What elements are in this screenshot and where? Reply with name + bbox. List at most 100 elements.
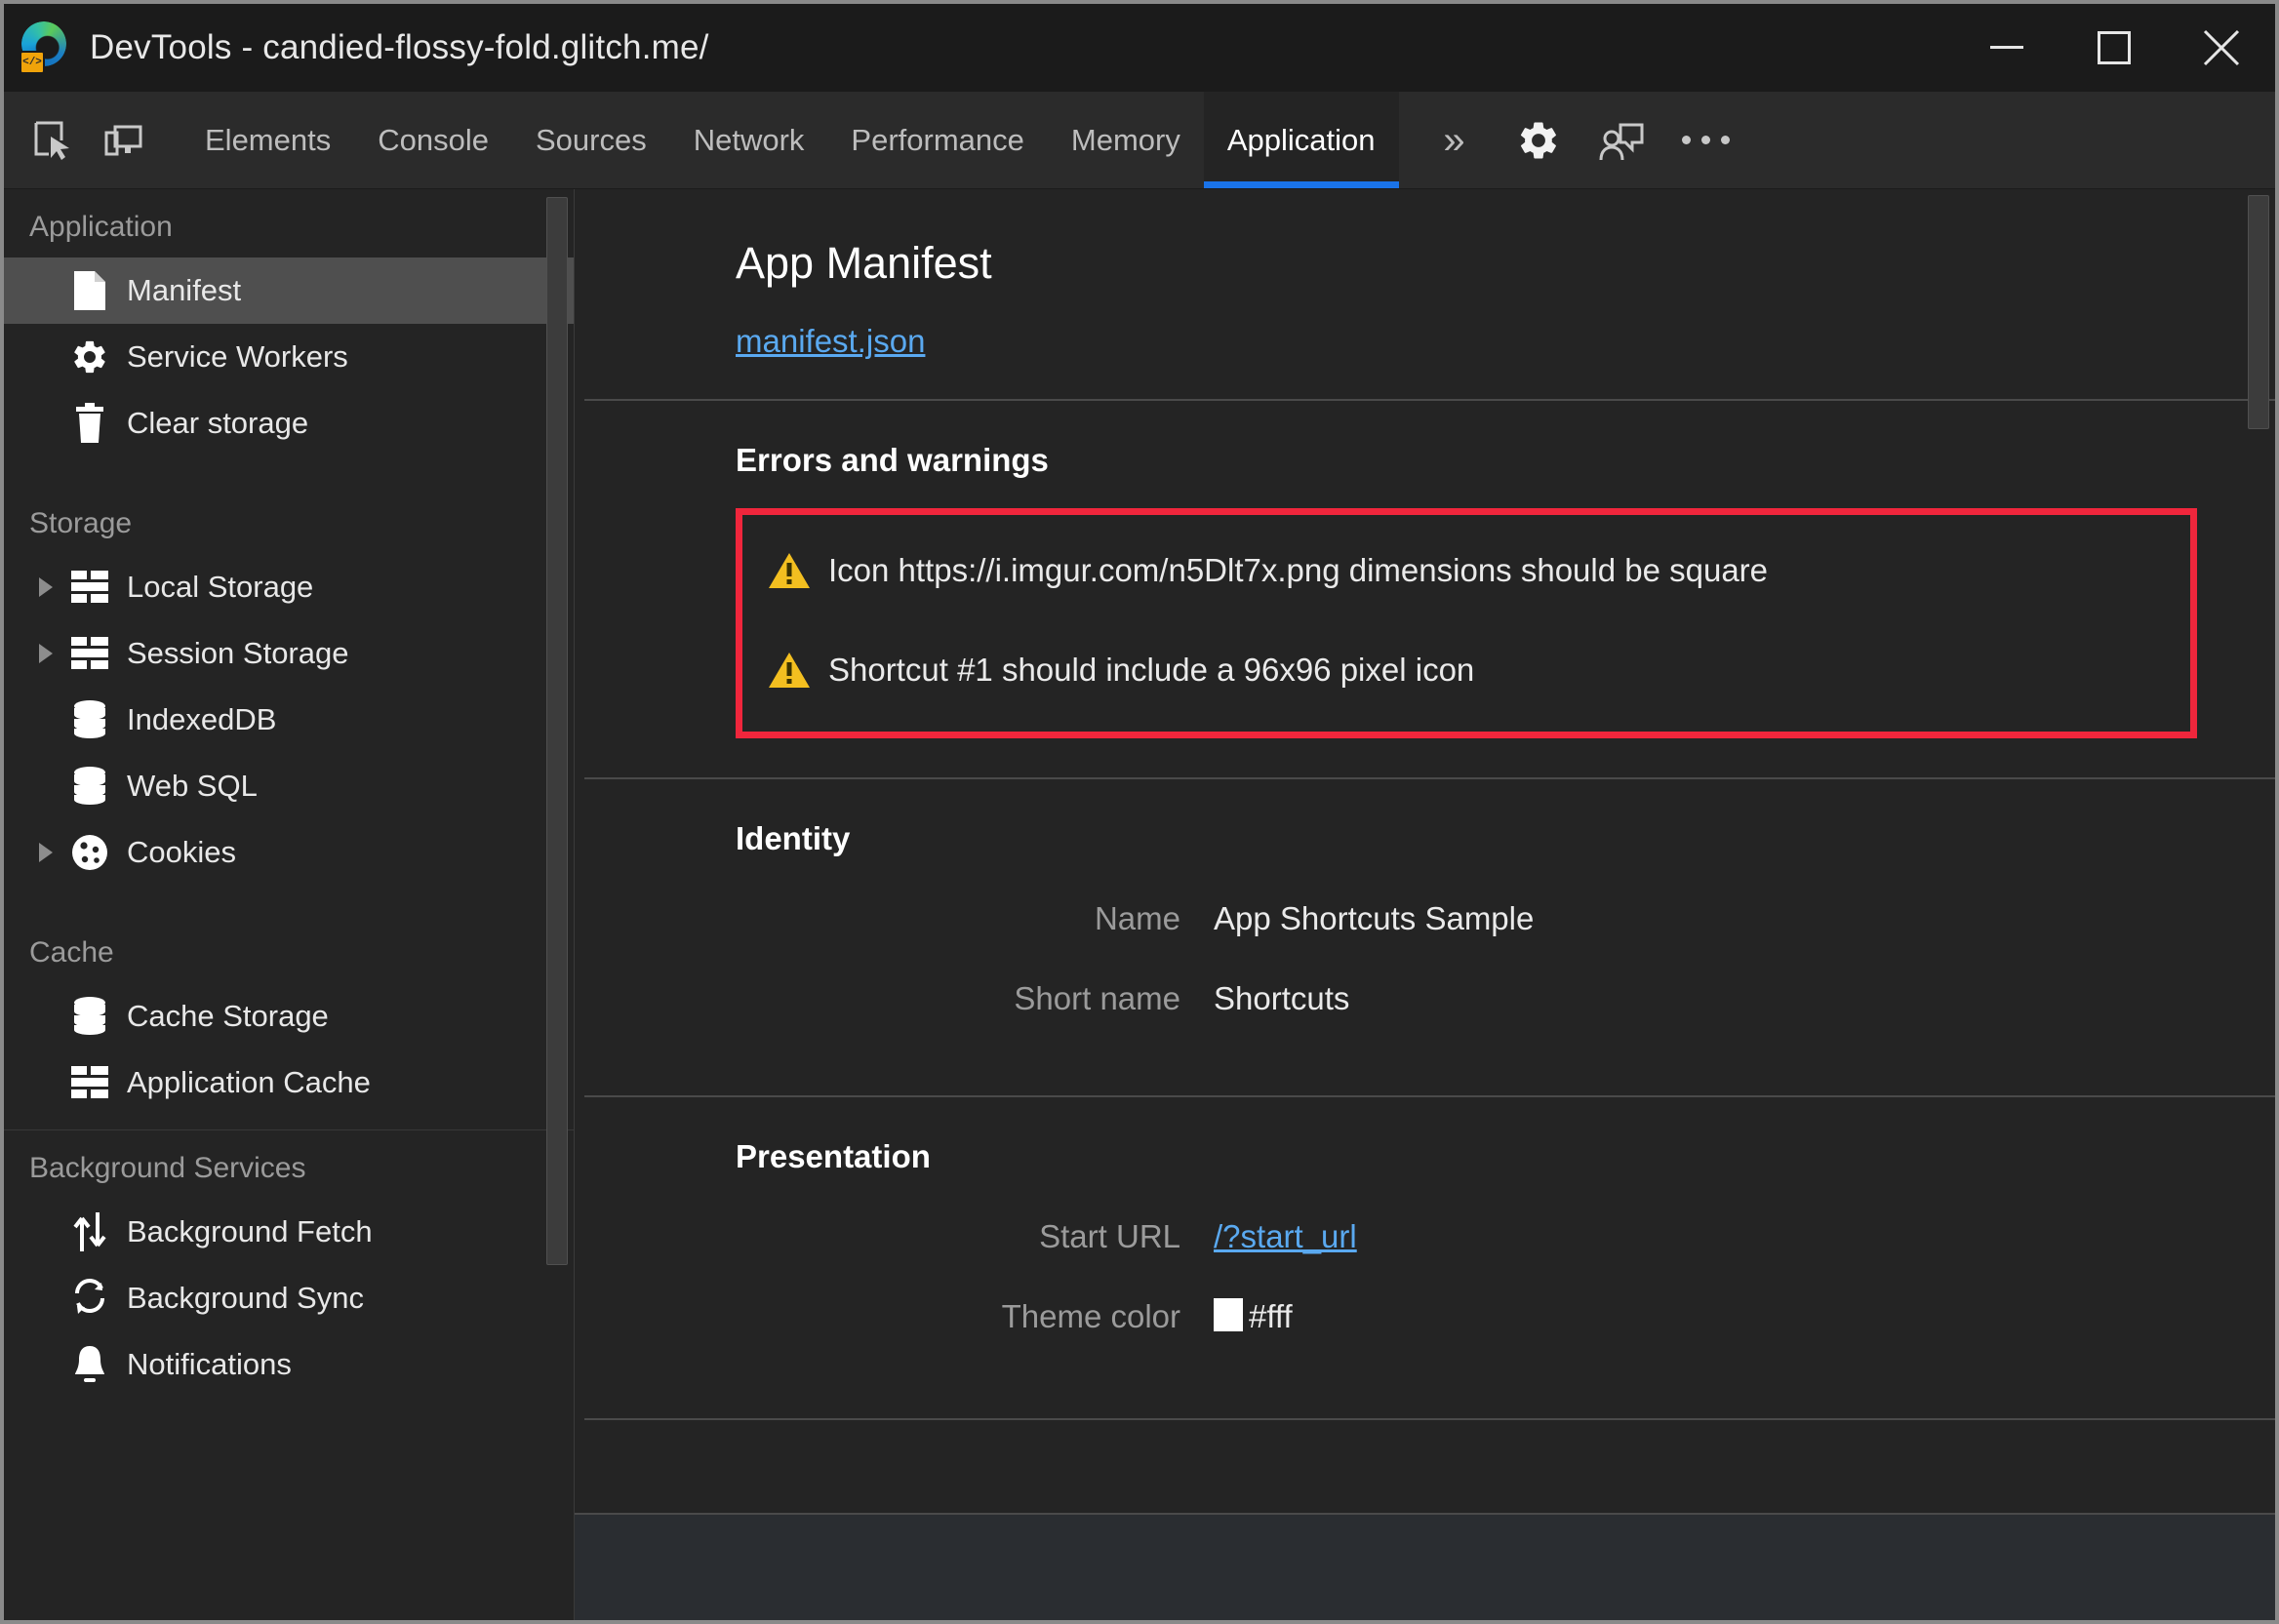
devtools-window: </> DevTools - candied-flossy-fold.glitc…: [0, 0, 2279, 1624]
more-options-icon: [1682, 136, 1730, 144]
manifest-json-link[interactable]: manifest.json: [736, 323, 925, 360]
field-label: Theme color: [1001, 1298, 1180, 1334]
identity-heading: Identity: [736, 820, 851, 856]
sidebar-item-service-workers[interactable]: Service Workers: [4, 324, 574, 390]
sidebar-item-label: IndexedDB: [127, 702, 277, 736]
document-icon: [62, 269, 117, 312]
tab-label: Console: [378, 122, 489, 157]
table-icon: [62, 636, 117, 671]
identity-section: Identity Name App Shortcuts Sample Short…: [575, 779, 2275, 1056]
sidebar-item-label: Service Workers: [127, 339, 348, 374]
tab-performance[interactable]: Performance: [827, 92, 1047, 188]
sidebar-scrollbar[interactable]: [546, 197, 568, 1265]
panel-footer: [575, 1513, 2275, 1620]
sidebar-item-manifest[interactable]: Manifest: [4, 257, 574, 324]
trash-icon: [62, 402, 117, 445]
database-icon: [62, 699, 117, 740]
chevron-double-right-icon: »: [1443, 118, 1465, 162]
gear-icon: [1520, 122, 1556, 158]
devtools-badge-icon: </>: [20, 51, 45, 74]
sidebar-item-application-cache[interactable]: Application Cache: [4, 1050, 574, 1116]
tab-application[interactable]: Application: [1203, 92, 1399, 188]
sidebar-item-background-sync[interactable]: Background Sync: [4, 1265, 574, 1331]
more-tabs-button[interactable]: »: [1413, 92, 1497, 189]
title-bar: </> DevTools - candied-flossy-fold.glitc…: [4, 4, 2275, 92]
tabstrip-actions: »: [1413, 92, 1748, 188]
field-label: Short name: [1014, 980, 1180, 1016]
sidebar-item-label: Local Storage: [127, 570, 314, 604]
table-icon: [62, 1065, 117, 1100]
errors-highlight-box: Icon https://i.imgur.com/n5Dlt7x.png dim…: [736, 508, 2197, 738]
tab-network[interactable]: Network: [670, 92, 828, 188]
field-label: Start URL: [1039, 1218, 1180, 1254]
sidebar-item-notifications[interactable]: Notifications: [4, 1331, 574, 1398]
sidebar-item-label: Background Sync: [127, 1281, 364, 1315]
tool-tabs: Elements Console Sources Network Perform…: [181, 92, 1399, 188]
maximize-button[interactable]: [2060, 4, 2168, 92]
sidebar-item-session-storage[interactable]: Session Storage: [4, 620, 574, 687]
settings-button[interactable]: [1497, 92, 1580, 189]
twisty-icon[interactable]: [29, 842, 62, 863]
presentation-heading: Presentation: [736, 1138, 931, 1174]
devtools-badge-text: </>: [22, 56, 42, 68]
tab-memory[interactable]: Memory: [1048, 92, 1204, 188]
warning-item: Icon https://i.imgur.com/n5Dlt7x.png dim…: [768, 533, 2165, 609]
theme-color-text: #fff: [1249, 1298, 1293, 1334]
close-button[interactable]: [2168, 4, 2275, 92]
theme-color-value-wrap: #fff: [1214, 1298, 1293, 1335]
sidebar-item-label: Web SQL: [127, 769, 258, 803]
start-url-link[interactable]: /?start_url: [1214, 1218, 1357, 1255]
window-title: DevTools - candied-flossy-fold.glitch.me…: [90, 28, 709, 66]
tab-elements[interactable]: Elements: [181, 92, 354, 188]
tab-label: Elements: [205, 122, 332, 157]
twisty-icon[interactable]: [29, 643, 62, 664]
sync-icon: [62, 1278, 117, 1319]
main-scrollbar[interactable]: [2248, 195, 2269, 429]
database-icon: [62, 996, 117, 1037]
sidebar-item-label: Cache Storage: [127, 999, 329, 1033]
warning-text: Shortcut #1 should include a 96x96 pixel…: [828, 652, 1475, 688]
field-value: App Shortcuts Sample: [1214, 900, 1535, 936]
manifest-panel: App Manifest manifest.json Errors and wa…: [575, 189, 2275, 1620]
application-sidebar: Application Manifest Service Workers Cle…: [4, 189, 575, 1620]
minimize-button[interactable]: [1953, 4, 2060, 92]
gear-icon: [62, 337, 117, 376]
edge-devtools-icon: </>: [20, 21, 72, 74]
sidebar-item-label: Notifications: [127, 1347, 292, 1381]
identity-row-short-name: Short name Shortcuts: [736, 980, 2197, 1017]
sidebar-item-local-storage[interactable]: Local Storage: [4, 554, 574, 620]
tab-label: Network: [693, 122, 805, 157]
feedback-button[interactable]: [1580, 92, 1664, 189]
sidebar-item-cache-storage[interactable]: Cache Storage: [4, 983, 574, 1050]
sidebar-item-clear-storage[interactable]: Clear storage: [4, 390, 574, 456]
up-down-arrows-icon: [62, 1210, 117, 1253]
inspect-element-icon[interactable]: [18, 92, 88, 188]
tab-sources[interactable]: Sources: [512, 92, 670, 188]
sidebar-item-cookies[interactable]: Cookies: [4, 819, 574, 886]
page-title: App Manifest: [736, 238, 992, 288]
sidebar-item-label: Application Cache: [127, 1065, 371, 1099]
manifest-content: App Manifest manifest.json: [575, 189, 2275, 360]
bell-icon: [62, 1343, 117, 1386]
tab-label: Application: [1226, 122, 1376, 157]
presentation-row-start-url: Start URL /?start_url: [736, 1218, 2197, 1255]
sidebar-item-background-fetch[interactable]: Background Fetch: [4, 1199, 574, 1265]
theme-color-swatch[interactable]: [1214, 1298, 1243, 1331]
feedback-person-icon: [1599, 123, 1643, 160]
sidebar-item-web-sql[interactable]: Web SQL: [4, 753, 574, 819]
tab-label: Performance: [851, 122, 1024, 157]
tab-label: Sources: [535, 122, 647, 157]
errors-and-warnings-section: Errors and warnings Icon https://i.imgur…: [575, 401, 2275, 738]
more-options-button[interactable]: [1664, 92, 1748, 189]
sidebar-item-label: Session Storage: [127, 636, 349, 670]
divider-after-presentation: [575, 1418, 2275, 1420]
database-icon: [62, 766, 117, 807]
tab-console[interactable]: Console: [354, 92, 512, 188]
devtools-body: Application Manifest Service Workers Cle…: [4, 189, 2275, 1620]
field-value: Shortcuts: [1214, 980, 1350, 1016]
window-controls: [1953, 4, 2275, 92]
twisty-icon[interactable]: [29, 576, 62, 598]
device-toolbar-icon[interactable]: [88, 92, 158, 188]
warning-text: Icon https://i.imgur.com/n5Dlt7x.png dim…: [828, 552, 1769, 588]
sidebar-item-indexeddb[interactable]: IndexedDB: [4, 687, 574, 753]
